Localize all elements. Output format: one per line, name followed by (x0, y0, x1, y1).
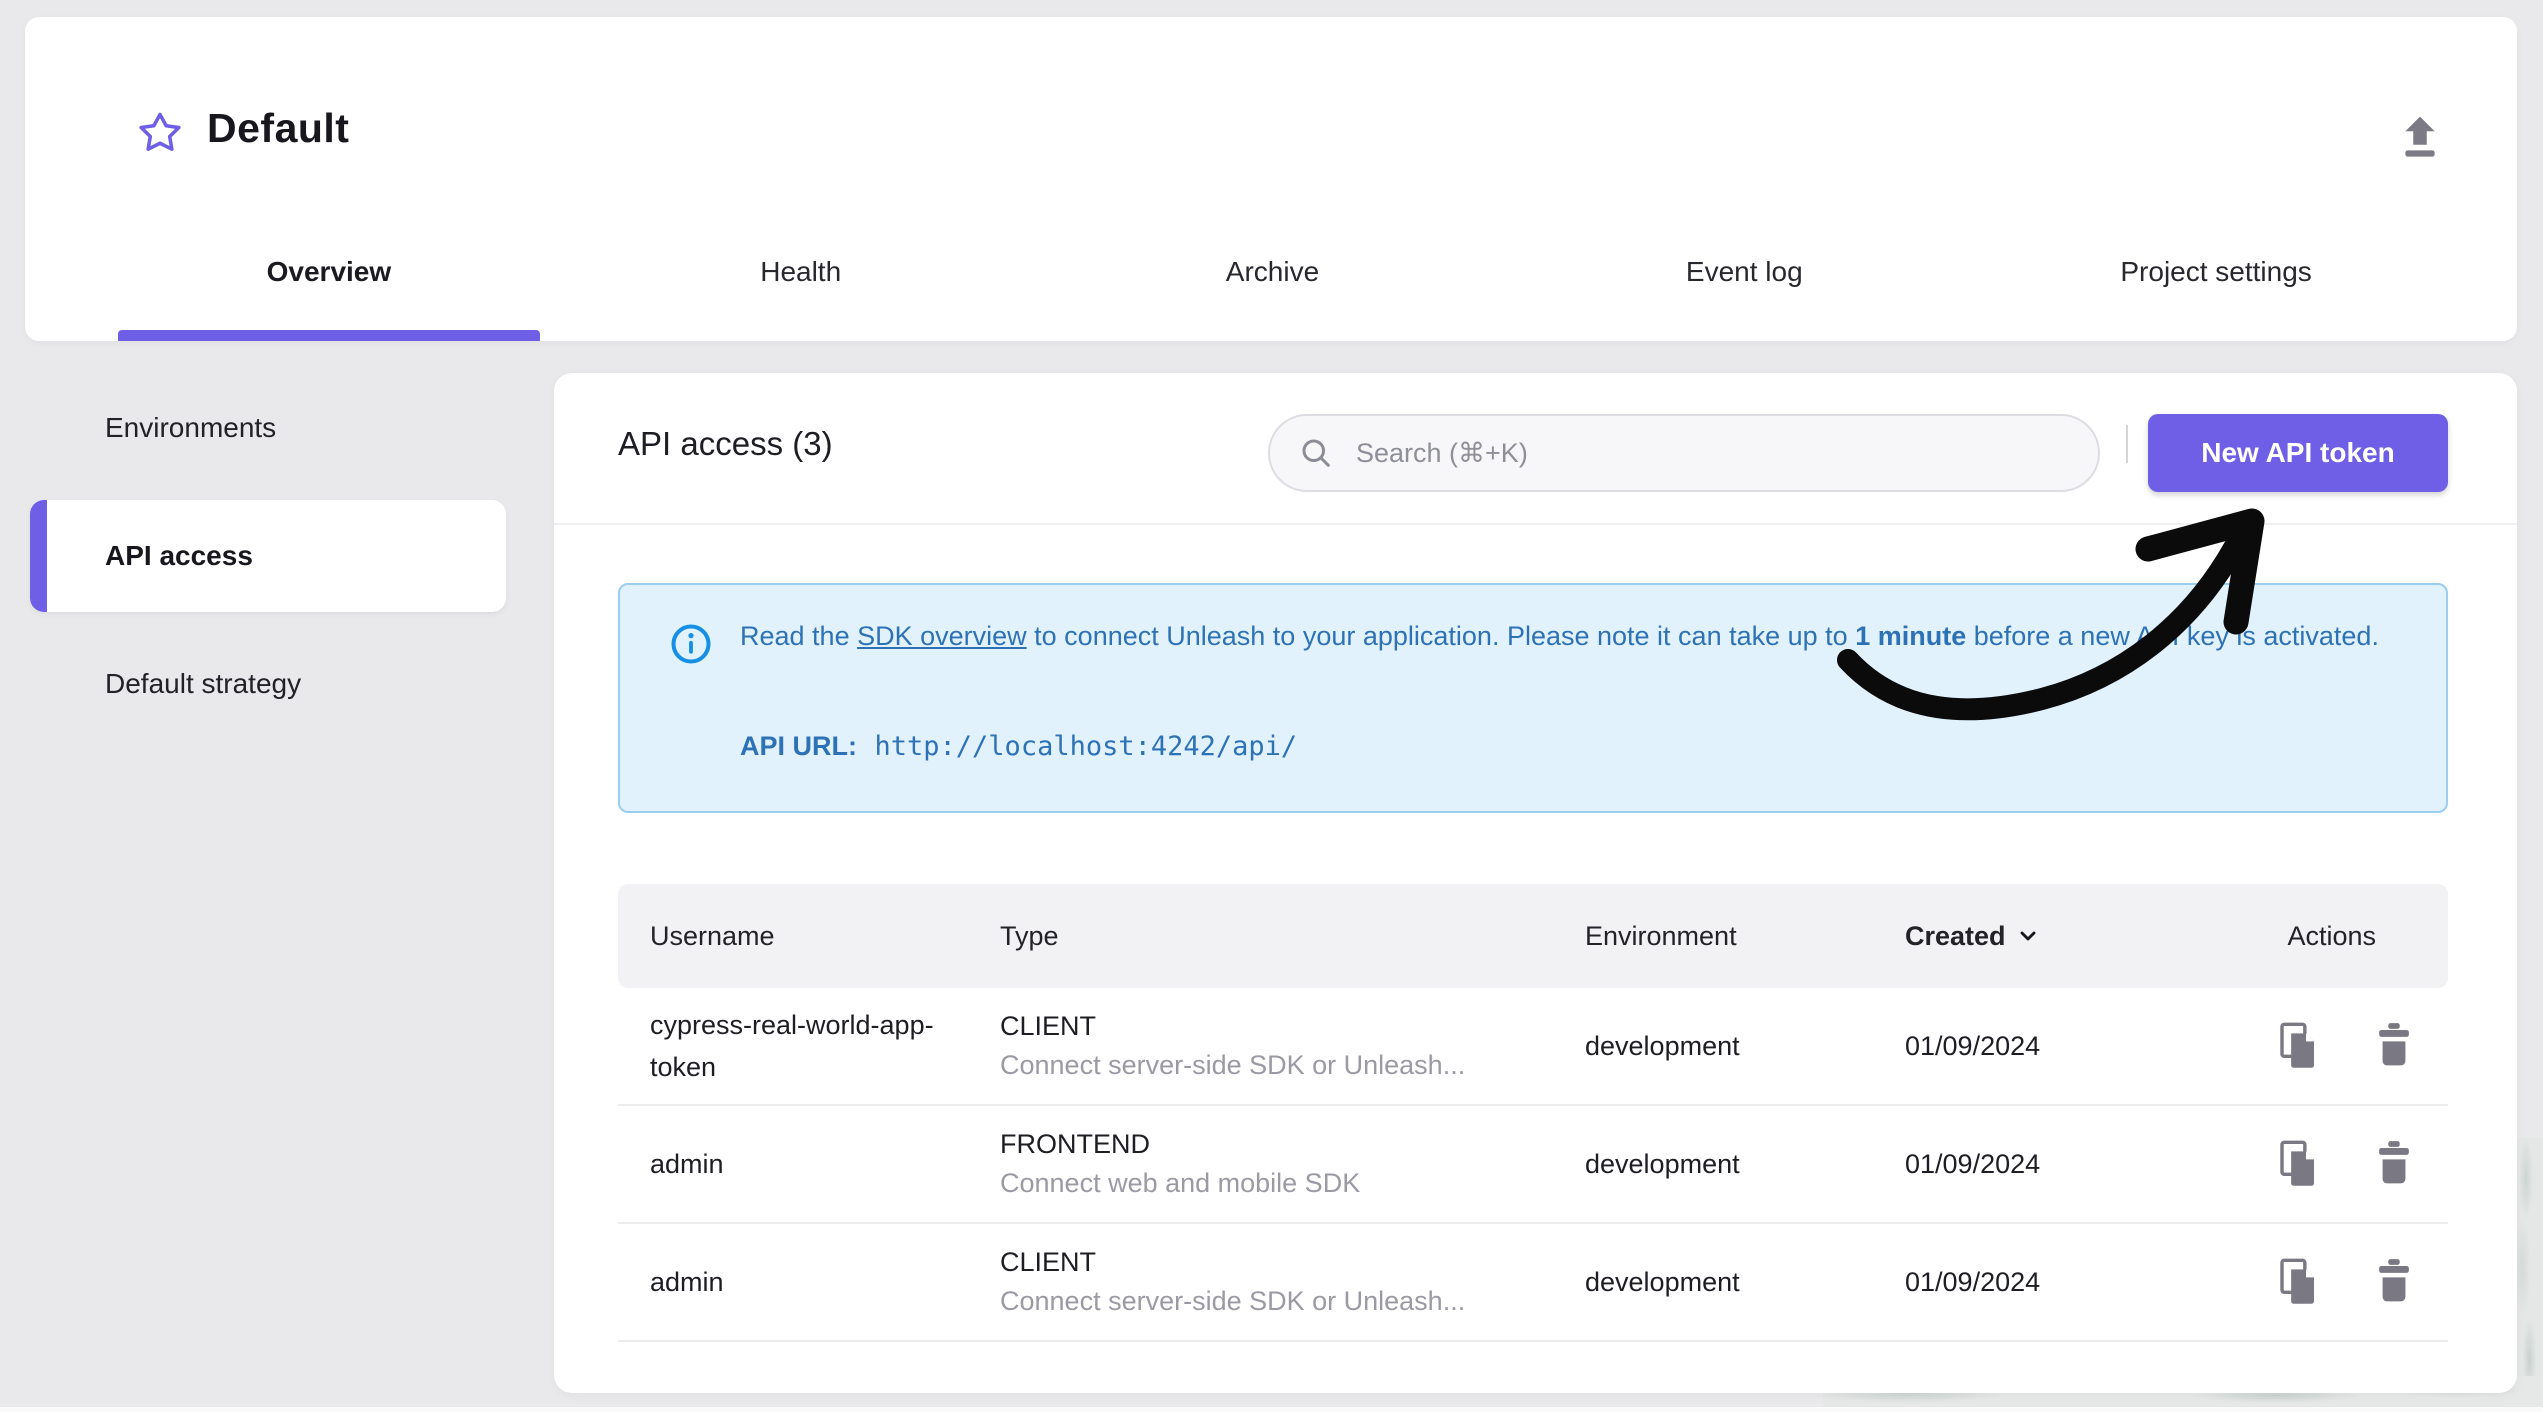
tab-project-settings-label: Project settings (2120, 256, 2312, 287)
tab-event-log-label: Event log (1685, 256, 1803, 287)
api-url-line: API URL: http://localhost:4242/api/ (740, 731, 1297, 762)
panel-header-divider (554, 523, 2517, 525)
info-icon (670, 623, 712, 665)
tab-archive-label: Archive (1225, 256, 1320, 287)
trash-icon (2379, 1259, 2409, 1302)
active-indicator-bar (30, 500, 47, 612)
column-header-actions: Actions (2287, 920, 2376, 951)
copy-token-button[interactable] (2275, 1140, 2321, 1188)
column-header-created-label: Created (1905, 920, 2006, 951)
copy-token-button[interactable] (2275, 1258, 2321, 1306)
sidebar-item-api-access-label: API access (105, 540, 253, 571)
table-row: admin FRONTEND Connect web and mobile SD… (618, 1106, 2448, 1224)
project-header-card: Default Overview Health Archive Event lo… (25, 17, 2517, 341)
tab-health-label: Health (760, 256, 842, 287)
panel-heading: API access (3) (618, 425, 833, 462)
table-row: admin CLIENT Connect server-side SDK or … (618, 1224, 2448, 1342)
copy-icon (2280, 1140, 2314, 1186)
new-api-token-button[interactable]: New API token (2148, 414, 2448, 492)
token-type-description: Connect server-side SDK or Unleash... (1000, 1286, 1466, 1316)
cell-actions (2275, 1258, 2445, 1306)
alert-text-part3: before a new API key is activated. (1966, 621, 2379, 651)
alert-text-bold: 1 minute (1855, 621, 1967, 651)
trash-icon (2379, 1141, 2409, 1184)
alert-text: Read the SDK overview to connect Unleash… (740, 615, 2420, 657)
table-row: cypress-real-world-app-token CLIENT Conn… (618, 988, 2448, 1106)
export-upload-icon[interactable] (2393, 111, 2447, 165)
search-icon (1298, 435, 1334, 471)
table-body: cypress-real-world-app-token CLIENT Conn… (618, 988, 2448, 1342)
cell-created: 01/09/2024 (1905, 1148, 2041, 1179)
column-header-type: Type (1000, 920, 1059, 951)
copy-icon (2280, 1022, 2314, 1068)
cell-type: FRONTEND Connect web and mobile SDK (1000, 1129, 1585, 1199)
delete-token-button[interactable] (2371, 1258, 2417, 1306)
cell-actions (2275, 1022, 2445, 1070)
cell-type: CLIENT Connect server-side SDK or Unleas… (1000, 1011, 1585, 1081)
cell-username: cypress-real-world-app-token (650, 1010, 934, 1082)
api-url-value: http://localhost:4242/api/ (874, 731, 1298, 762)
tab-event-log[interactable]: Event log (1508, 229, 1980, 341)
token-type: CLIENT (1000, 1247, 1097, 1277)
sidebar-item-api-access[interactable]: API access (30, 500, 506, 612)
cell-environment: development (1585, 1266, 1740, 1297)
sidebar-item-environments-label: Environments (105, 412, 277, 443)
column-header-username: Username (650, 920, 775, 951)
search-input[interactable] (1356, 437, 2070, 469)
tab-overview-label: Overview (266, 256, 392, 287)
page-title: Default (207, 105, 350, 151)
column-header-created-sort[interactable]: Created (1905, 921, 2275, 952)
cell-created: 01/09/2024 (1905, 1266, 2041, 1297)
cell-type: CLIENT Connect server-side SDK or Unleas… (1000, 1247, 1585, 1317)
background-bottom-edge (0, 1407, 2543, 1412)
trash-icon (2379, 1023, 2409, 1066)
header-divider (2126, 425, 2128, 463)
tab-overview[interactable]: Overview (93, 229, 565, 341)
cell-username: admin (650, 1267, 724, 1297)
tab-project-settings[interactable]: Project settings (1980, 229, 2452, 341)
sdk-overview-link[interactable]: SDK overview (857, 621, 1027, 651)
token-type: FRONTEND (1000, 1129, 1150, 1159)
alert-text-part2: to connect Unleash to your application. … (1026, 621, 1856, 651)
favorite-star-icon[interactable] (135, 109, 185, 159)
tab-health[interactable]: Health (565, 229, 1037, 341)
tab-archive[interactable]: Archive (1037, 229, 1509, 341)
column-header-environment: Environment (1585, 920, 1737, 951)
cell-created: 01/09/2024 (1905, 1030, 2041, 1061)
project-tabs: Overview Health Archive Event log Projec… (93, 229, 2452, 341)
cell-username: admin (650, 1149, 724, 1179)
copy-icon (2280, 1258, 2314, 1304)
api-url-label: API URL: (740, 731, 857, 761)
info-alert: Read the SDK overview to connect Unleash… (618, 583, 2448, 813)
cell-environment: development (1585, 1030, 1740, 1061)
table-header: Username Type Environment Created Action… (618, 884, 2448, 988)
sidebar-item-default-strategy-label: Default strategy (105, 668, 302, 699)
copy-token-button[interactable] (2275, 1022, 2321, 1070)
sidebar-item-environments[interactable]: Environments (30, 386, 506, 470)
cell-environment: development (1585, 1148, 1740, 1179)
delete-token-button[interactable] (2371, 1140, 2417, 1188)
alert-text-part1: Read the (740, 621, 858, 651)
chevron-down-icon (2020, 931, 2035, 941)
search-box (1268, 414, 2100, 492)
token-type-description: Connect server-side SDK or Unleash... (1000, 1050, 1466, 1080)
cell-actions (2275, 1140, 2445, 1188)
page: Default Overview Health Archive Event lo… (0, 0, 2543, 1412)
token-type-description: Connect web and mobile SDK (1000, 1168, 1361, 1198)
api-access-panel: API access (3) New API token Rea (554, 373, 2517, 1393)
token-type: CLIENT (1000, 1011, 1097, 1041)
sidebar-item-default-strategy[interactable]: Default strategy (30, 642, 506, 726)
delete-token-button[interactable] (2371, 1022, 2417, 1070)
